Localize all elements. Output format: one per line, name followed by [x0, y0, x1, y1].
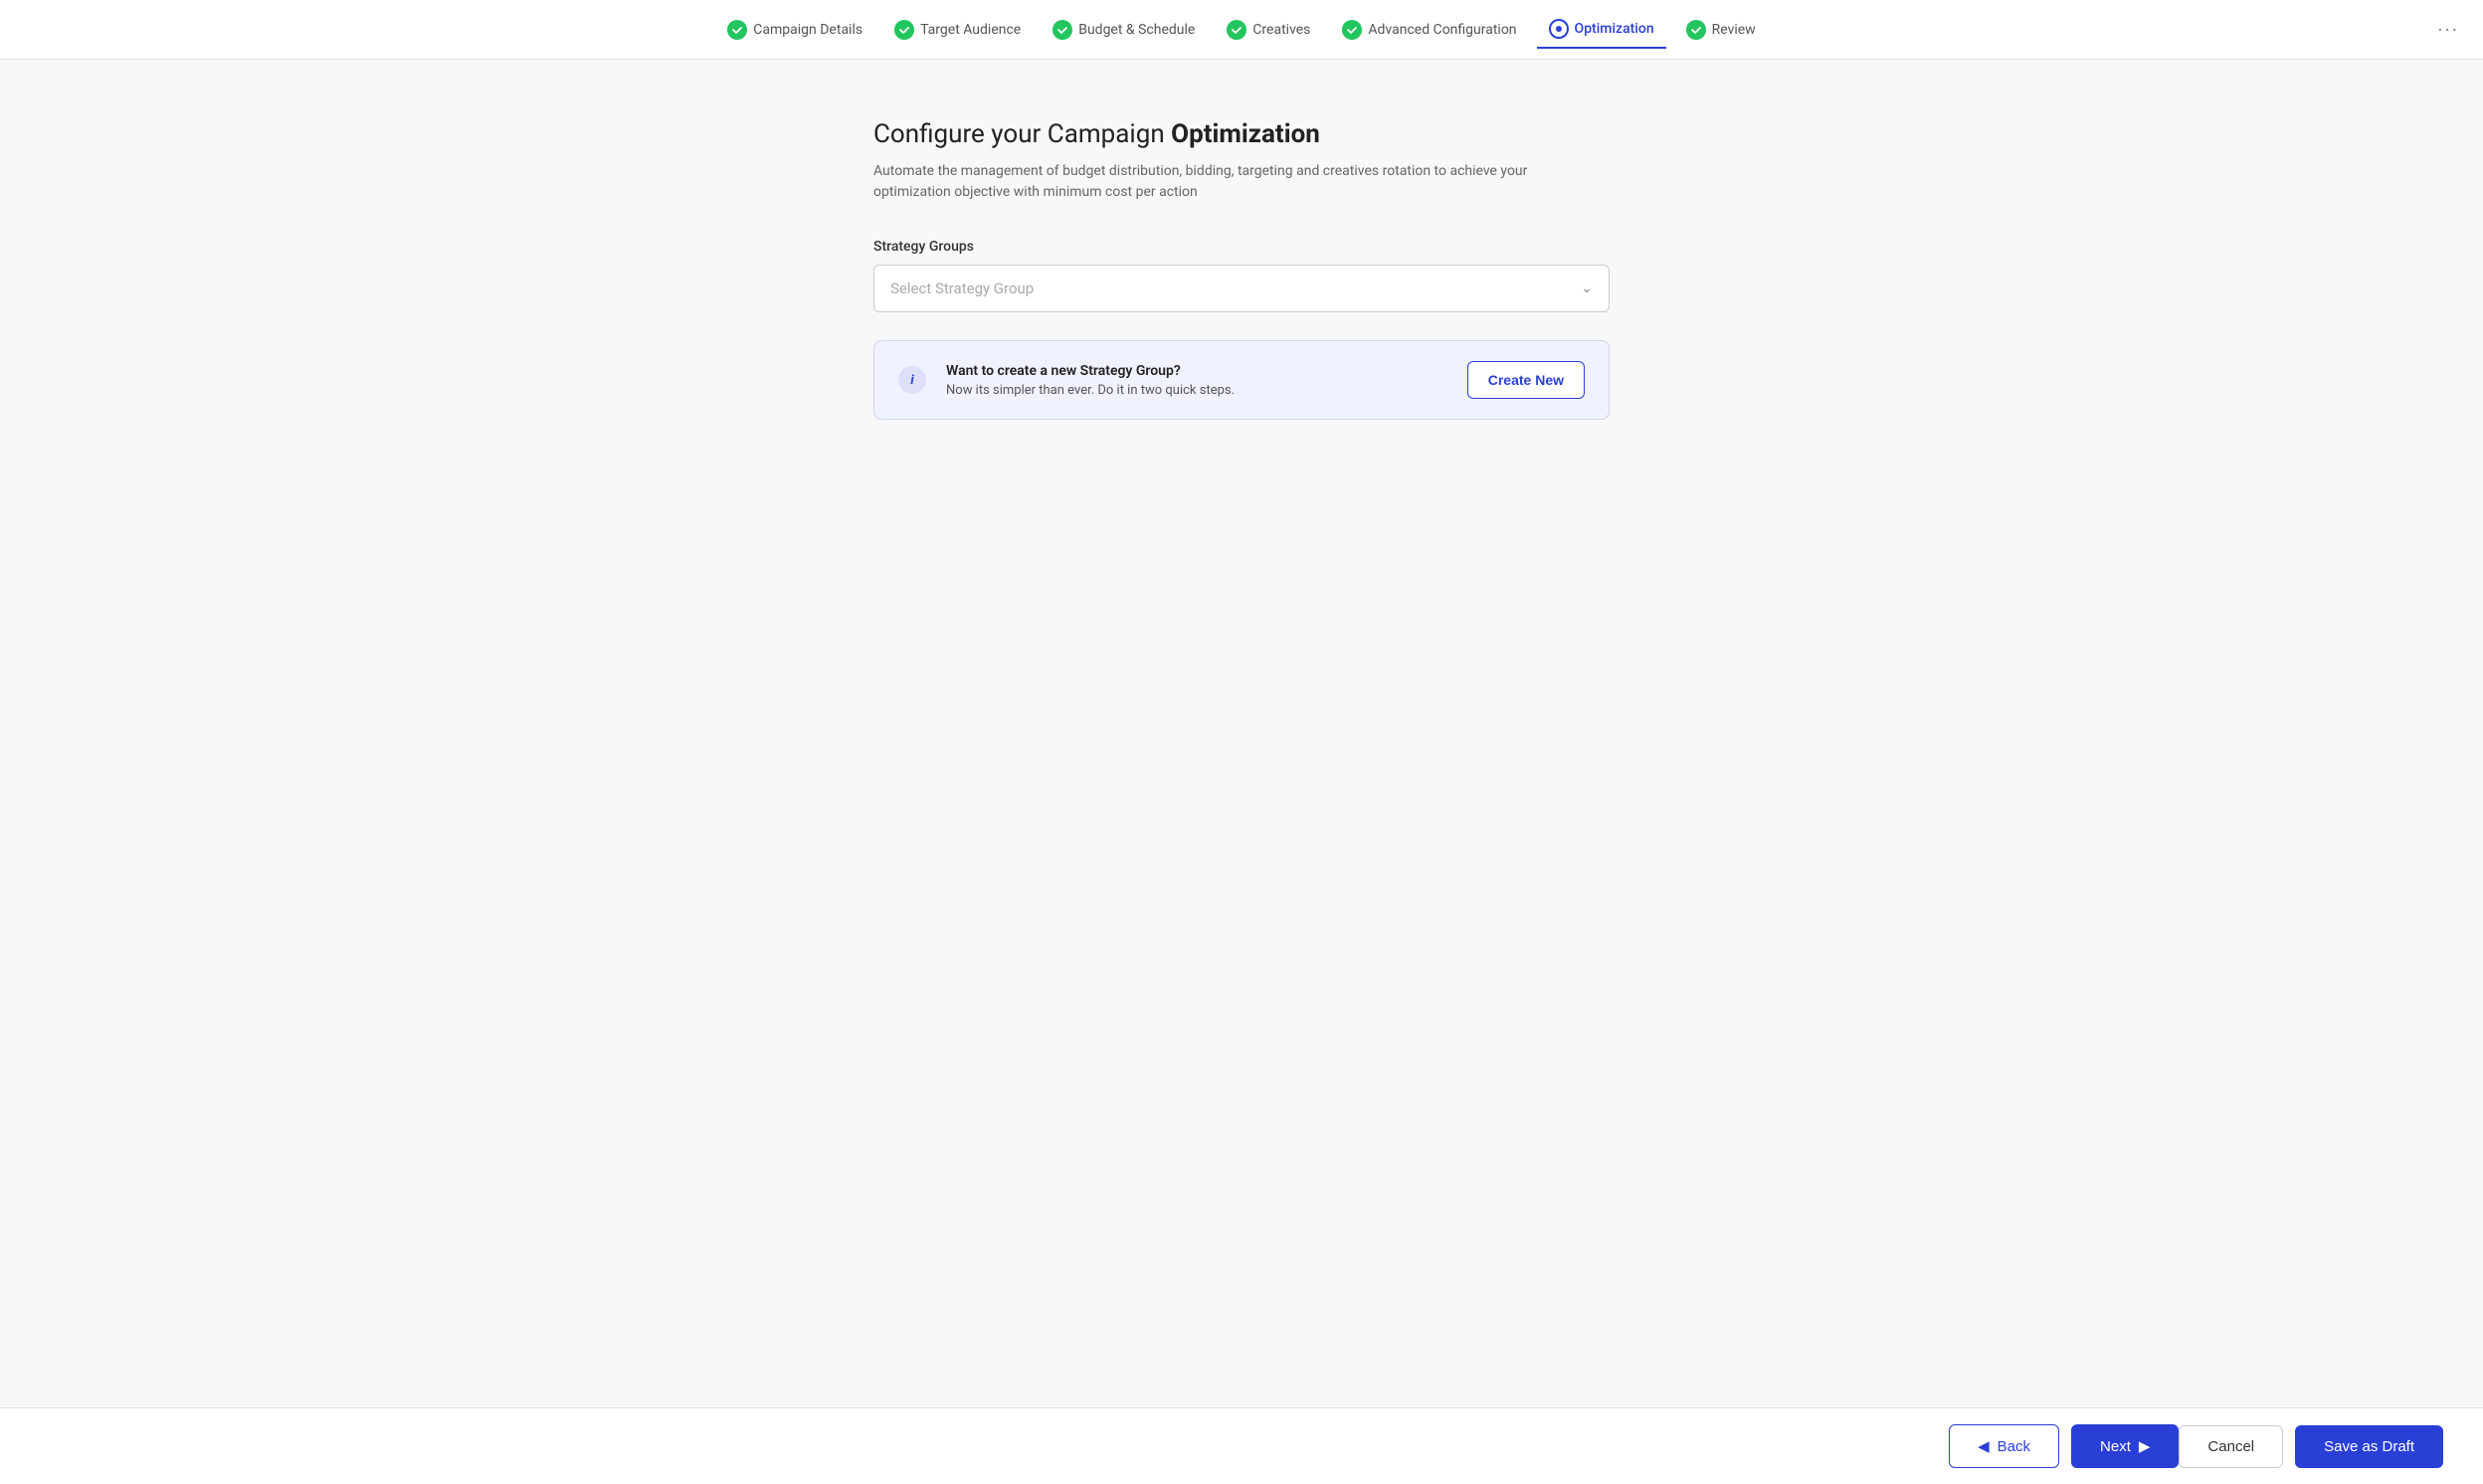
- nav-step-review[interactable]: Review: [1674, 12, 1768, 48]
- info-icon: i: [898, 366, 926, 394]
- next-button[interactable]: Next ▶: [2071, 1424, 2179, 1468]
- page-title-bold: Optimization: [1171, 119, 1320, 149]
- chevron-down-icon: ⌄: [1581, 280, 1593, 296]
- nav-steps: Campaign Details Target Audience Budget …: [24, 11, 2459, 49]
- nav-step-creatives[interactable]: Creatives: [1215, 12, 1322, 48]
- nav-step-optimization[interactable]: Optimization: [1537, 11, 1666, 49]
- action-buttons: Cancel Save as Draft: [2179, 1425, 2443, 1468]
- strategy-dropdown-placeholder: Select Strategy Group: [890, 279, 1034, 297]
- page-title-prefix: Configure your Campaign: [873, 119, 1171, 149]
- info-box-description: Now its simpler than ever. Do it in two …: [946, 383, 1447, 398]
- cancel-button[interactable]: Cancel: [2179, 1425, 2283, 1468]
- info-icon-label: i: [910, 373, 913, 388]
- step-label-creatives: Creatives: [1252, 22, 1310, 38]
- back-button[interactable]: ◀ Back: [1949, 1424, 2059, 1468]
- next-arrow-icon: ▶: [2139, 1437, 2151, 1455]
- nav-step-target-audience[interactable]: Target Audience: [882, 12, 1033, 48]
- page-subtitle: Automate the management of budget distri…: [873, 161, 1550, 203]
- completed-icon: [894, 20, 914, 40]
- more-options-button[interactable]: ···: [2437, 18, 2459, 42]
- completed-icon: [1052, 20, 1072, 40]
- step-label-optimization: Optimization: [1575, 21, 1654, 37]
- completed-icon: [1342, 20, 1362, 40]
- next-label: Next: [2100, 1438, 2131, 1455]
- nav-step-budget-schedule[interactable]: Budget & Schedule: [1041, 12, 1207, 48]
- nav-step-campaign-details[interactable]: Campaign Details: [715, 12, 874, 48]
- step-label-budget-schedule: Budget & Schedule: [1078, 22, 1195, 38]
- completed-icon: [727, 20, 747, 40]
- nav-buttons: ◀ Back Next ▶: [1949, 1424, 2179, 1468]
- bottom-bar: ◀ Back Next ▶ Cancel Save as Draft: [0, 1407, 2483, 1484]
- top-navigation: Campaign Details Target Audience Budget …: [0, 0, 2483, 60]
- main-content: Configure your Campaign Optimization Aut…: [794, 60, 1689, 1484]
- info-box-title: Want to create a new Strategy Group?: [946, 363, 1447, 379]
- active-step-icon: [1549, 19, 1569, 39]
- back-arrow-icon: ◀: [1978, 1437, 1990, 1455]
- strategy-groups-label: Strategy Groups: [873, 239, 1610, 255]
- create-strategy-info-box: i Want to create a new Strategy Group? N…: [873, 340, 1610, 420]
- step-label-advanced-configuration: Advanced Configuration: [1368, 22, 1516, 38]
- step-label-target-audience: Target Audience: [920, 22, 1021, 38]
- step-label-campaign-details: Campaign Details: [753, 22, 862, 38]
- strategy-group-dropdown[interactable]: Select Strategy Group ⌄: [873, 265, 1610, 312]
- completed-icon: [1686, 20, 1706, 40]
- page-title: Configure your Campaign Optimization: [873, 119, 1610, 149]
- save-draft-button[interactable]: Save as Draft: [2295, 1425, 2443, 1468]
- completed-icon: [1227, 20, 1246, 40]
- info-box-text: Want to create a new Strategy Group? Now…: [946, 363, 1447, 398]
- step-label-review: Review: [1712, 22, 1756, 38]
- back-label: Back: [1998, 1438, 2030, 1455]
- create-new-button[interactable]: Create New: [1467, 361, 1585, 399]
- nav-step-advanced-configuration[interactable]: Advanced Configuration: [1330, 12, 1528, 48]
